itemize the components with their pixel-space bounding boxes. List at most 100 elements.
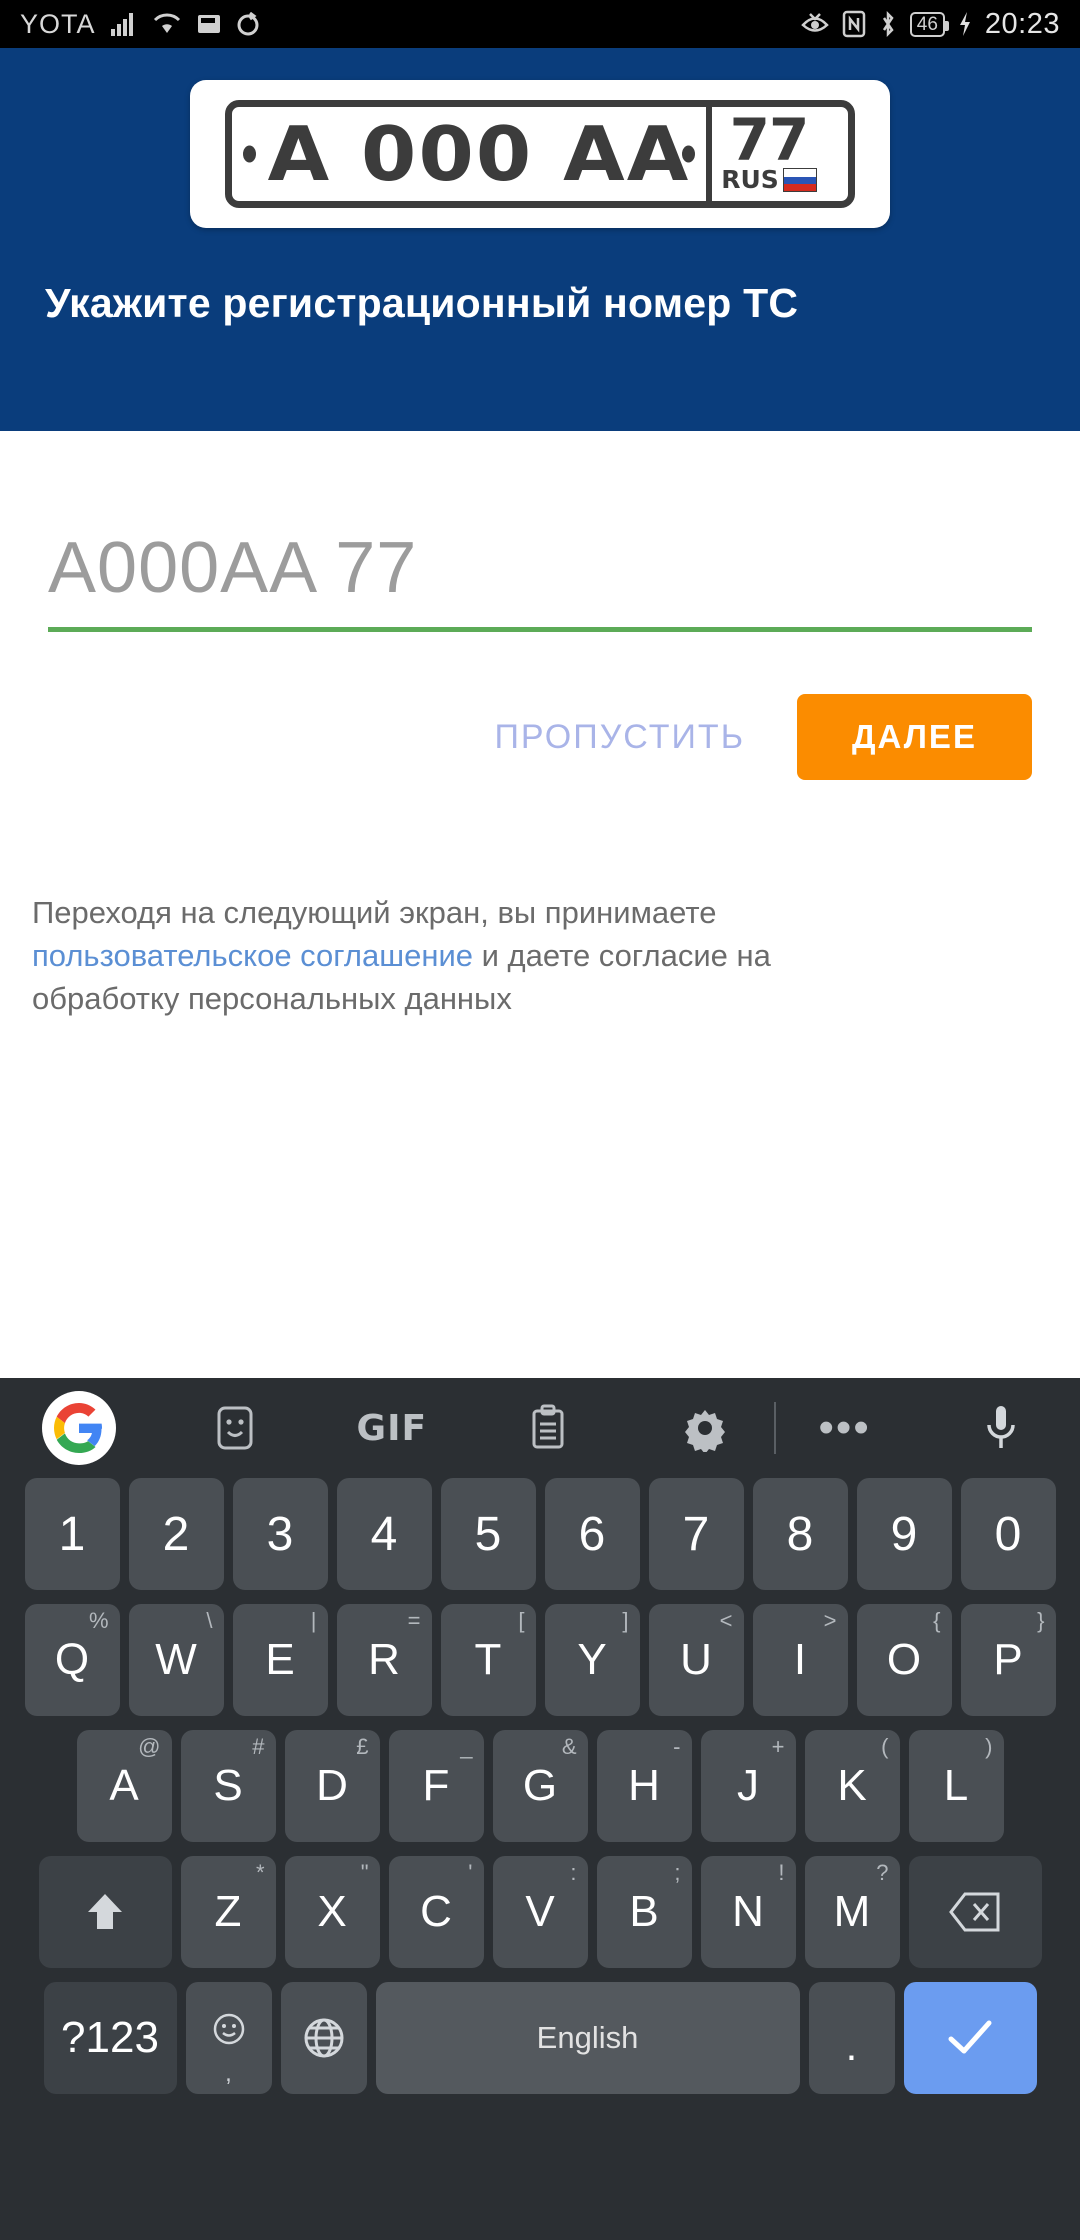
next-button[interactable]: ДАЛЕЕ: [797, 694, 1032, 780]
key-3[interactable]: 3: [232, 1478, 328, 1590]
eye-comfort-icon: [800, 12, 830, 36]
key-0[interactable]: 0: [960, 1478, 1056, 1590]
keyboard-rows: 1 2 3 4 5 6 7 8 9 0 Q W E R T Y U I O: [0, 1478, 1080, 2094]
key-r[interactable]: R: [336, 1604, 432, 1716]
plate-dot-right-icon: [682, 145, 695, 163]
plate-input-wrapper: [48, 527, 1032, 632]
key-c[interactable]: C: [388, 1856, 484, 1968]
sticker-icon[interactable]: [192, 1385, 278, 1471]
status-bar-right: 46 20:23: [800, 8, 1060, 41]
key-v[interactable]: V: [492, 1856, 588, 1968]
key-m[interactable]: M: [804, 1856, 900, 1968]
disclaimer-text: Переходя на следующий экран, вы принимае…: [32, 892, 912, 1020]
key-y[interactable]: Y: [544, 1604, 640, 1716]
key-o[interactable]: O: [856, 1604, 952, 1716]
plate-country-code: RUS: [721, 165, 779, 195]
gif-icon[interactable]: GIF: [349, 1385, 435, 1471]
disclaimer-part1: Переходя на следующий экран, вы принимае…: [32, 895, 717, 930]
key-q[interactable]: Q: [24, 1604, 120, 1716]
emoji-glyph: [212, 2012, 246, 2055]
key-p[interactable]: P: [960, 1604, 1056, 1716]
keyboard-row-qwerty: Q W E R T Y U I O P: [6, 1604, 1074, 1716]
key-6[interactable]: 6: [544, 1478, 640, 1590]
plate-number-text: A 000 AA: [267, 109, 690, 198]
key-k[interactable]: K: [804, 1730, 900, 1842]
key-t[interactable]: T: [440, 1604, 536, 1716]
key-l[interactable]: L: [908, 1730, 1004, 1842]
skip-button[interactable]: ПРОПУСТИТЬ: [484, 700, 755, 775]
key-s[interactable]: S: [180, 1730, 276, 1842]
emoji-icon[interactable]: ,: [185, 1982, 272, 2094]
key-i[interactable]: I: [752, 1604, 848, 1716]
key-7[interactable]: 7: [648, 1478, 744, 1590]
sync-icon: [236, 12, 260, 36]
key-d[interactable]: D: [284, 1730, 380, 1842]
plate-country-row: RUS: [721, 165, 817, 195]
key-j[interactable]: J: [700, 1730, 796, 1842]
license-plate-card: A 000 AA 77 RUS: [190, 80, 890, 228]
carrier-label: YOTA: [20, 8, 96, 39]
signal-icon: [110, 11, 138, 37]
plate-number-input[interactable]: [48, 527, 1032, 627]
form-section: ПРОПУСТИТЬ ДАЛЕЕ Переходя на следующий э…: [0, 431, 1080, 1020]
key-f[interactable]: F: [388, 1730, 484, 1842]
globe-icon[interactable]: [280, 1982, 367, 2094]
plate-region-section: 77 RUS: [706, 107, 848, 201]
status-bar: YOTA 46 20:23: [0, 0, 1080, 48]
charging-bolt-icon: [957, 11, 973, 37]
period-key[interactable]: .: [808, 1982, 895, 2094]
key-z[interactable]: Z: [180, 1856, 276, 1968]
google-logo-icon[interactable]: [36, 1385, 122, 1471]
plate-main-section: A 000 AA: [232, 107, 706, 201]
phone-screen: YOTA 46 20:23 A 000 AA 77 RUS Укажите ре…: [0, 0, 1080, 2240]
keyboard-row-numbers: 1 2 3 4 5 6 7 8 9 0: [6, 1478, 1074, 1590]
battery-icon: 46: [909, 11, 950, 37]
key-2[interactable]: 2: [128, 1478, 224, 1590]
virtual-keyboard: GIF ••• 1 2 3 4 5 6 7 8 9 0 Q % W \ E | …: [0, 1378, 1080, 2240]
key-n[interactable]: N: [700, 1856, 796, 1968]
sim-icon: [196, 12, 222, 36]
keyboard-row-bottom: ?123 , English .: [6, 1982, 1074, 2094]
bluetooth-icon: [878, 10, 898, 38]
key-e[interactable]: E: [232, 1604, 328, 1716]
wifi-icon: [152, 11, 182, 37]
nfc-icon: [842, 10, 866, 38]
key-x[interactable]: X: [284, 1856, 380, 1968]
key-a[interactable]: A: [76, 1730, 172, 1842]
more-options-icon[interactable]: •••: [802, 1385, 888, 1471]
period-label: .: [845, 2022, 858, 2069]
key-g[interactable]: G: [492, 1730, 588, 1842]
action-buttons-row: ПРОПУСТИТЬ ДАЛЕЕ: [48, 694, 1032, 780]
plate-region-number: 77: [729, 105, 810, 174]
russia-flag-icon: [782, 168, 817, 193]
keyboard-row-zxcv: Z X C V B N M: [6, 1856, 1074, 1968]
keyboard-toolbar: GIF •••: [0, 1378, 1080, 1478]
key-h[interactable]: H: [596, 1730, 692, 1842]
key-b[interactable]: B: [596, 1856, 692, 1968]
clipboard-icon[interactable]: [505, 1385, 591, 1471]
input-underline: [48, 627, 1032, 632]
key-9[interactable]: 9: [856, 1478, 952, 1590]
app-header: A 000 AA 77 RUS Укажите регистрационный …: [0, 48, 1080, 431]
microphone-icon[interactable]: [958, 1385, 1044, 1471]
space-key[interactable]: English: [375, 1982, 800, 2094]
backspace-icon[interactable]: [908, 1856, 1042, 1968]
key-w[interactable]: W: [128, 1604, 224, 1716]
license-plate: A 000 AA 77 RUS: [225, 100, 855, 208]
status-bar-left: YOTA: [20, 9, 260, 40]
gear-icon[interactable]: [662, 1385, 748, 1471]
key-1[interactable]: 1: [24, 1478, 120, 1590]
shift-icon[interactable]: [38, 1856, 172, 1968]
key-4[interactable]: 4: [336, 1478, 432, 1590]
key-u[interactable]: U: [648, 1604, 744, 1716]
checkmark-icon[interactable]: [903, 1982, 1037, 2094]
symbols-key[interactable]: ?123: [43, 1982, 177, 2094]
key-8[interactable]: 8: [752, 1478, 848, 1590]
comma-label: ,: [225, 2060, 232, 2087]
user-agreement-link[interactable]: пользовательское соглашение: [32, 938, 473, 973]
toolbar-divider: [773, 1402, 776, 1454]
page-title: Укажите регистрационный номер ТС: [45, 280, 799, 326]
clock-label: 20:23: [984, 7, 1060, 40]
key-5[interactable]: 5: [440, 1478, 536, 1590]
keyboard-row-asdf: A S D F G H J K L: [6, 1730, 1074, 1842]
